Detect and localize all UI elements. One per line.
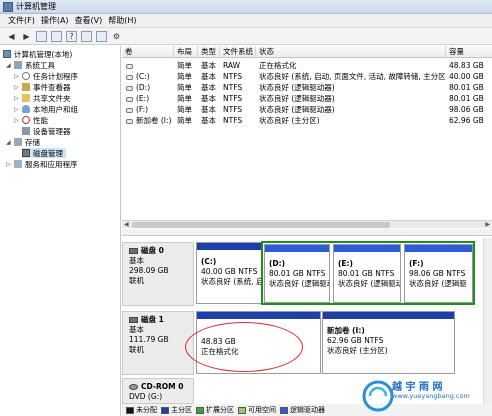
table-row[interactable]: (D:) 简单 基本 NTFS 状态良好 (逻辑驱动器) 80.01 GB [122,83,492,93]
legend-free: 可用空间 [238,405,276,415]
event-log-icon [22,83,30,91]
col-status[interactable]: 状态 [256,46,446,58]
partition-i[interactable]: 新加卷 (I:) 62.96 GB NTFS 状态良好 (主分区) [322,311,455,374]
menu-action[interactable]: 操作(A) [41,15,69,26]
watermark-url: www.yueyangbang.com [392,392,470,400]
col-capacity[interactable]: 容量 [446,46,492,58]
expand-arrow-icon[interactable]: ▷ [14,84,20,91]
extended-partition-highlight [261,241,475,305]
collapse-arrow-icon[interactable]: ◢ [6,62,12,69]
partition-c[interactable]: (C:) 40.00 GB NTFS 状态良好 (系统, 启 [196,242,262,304]
tree-local-users[interactable]: ▷ 本地用户和组 [14,104,78,114]
table-row[interactable]: (E:) 简单 基本 NTFS 状态良好 (逻辑驱动器) 80.01 GB [122,94,492,104]
window-title: 计算机管理 [16,2,56,11]
disk1-label[interactable]: 磁盘 1 基本 111.79 GB 联机 [122,311,194,375]
expand-arrow-icon[interactable]: ▷ [6,161,12,168]
tree-storage[interactable]: ◢ 存储 [6,137,40,147]
col-type[interactable]: 类型 [198,46,220,58]
legend-primary: 主分区 [161,405,192,415]
col-layout[interactable]: 布局 [174,46,198,58]
help-icon[interactable]: ? [66,30,77,42]
show-hide-tree-icon[interactable] [51,30,62,42]
volume-icon [126,107,133,113]
storage-icon [14,138,22,146]
navigation-tree: 计算机管理(本地) ◢ 系统工具 ▷ 任务计划程序 ▷ 事件查看器 ▷ 共享文件… [0,46,121,416]
tree-task-scheduler[interactable]: ▷ 任务计划程序 [14,71,78,81]
up-folder-icon[interactable] [36,30,47,42]
settings-icon[interactable]: ⚙ [111,31,122,42]
toolbar: ◀ ▶ ? ⚙ [0,28,492,45]
tree-shared-folders[interactable]: ▷ 共享文件夹 [14,93,71,103]
computer-icon [3,50,11,58]
tree-event-viewer[interactable]: ▷ 事件查看器 [14,82,71,92]
scroll-left-icon[interactable]: ◀ [124,221,129,228]
forward-arrow-icon[interactable]: ▶ [21,31,32,42]
view-icon[interactable] [96,30,107,42]
watermark-arc [368,386,388,397]
tree-system-tools[interactable]: ◢ 系统工具 [6,60,55,70]
performance-icon [22,116,30,124]
menu-help[interactable]: 帮助(H) [108,15,136,26]
scrollbar-thumb[interactable] [132,222,390,228]
tools-icon [14,61,22,69]
services-icon [14,160,22,168]
watermark-text: 越 宇 雨 网 [392,382,443,393]
menu-view[interactable]: 查看(V) [75,15,103,26]
tree-performance[interactable]: ▷ 性能 [14,115,48,125]
annotation-circle [185,322,303,372]
disk-icon [129,248,138,254]
tree-disk-management[interactable]: 磁盘管理 [22,148,66,158]
tree-device-manager[interactable]: 设备管理器 [22,126,71,136]
table-row[interactable]: 新加卷 (I:) 简单 基本 NTFS 状态良好 (主分区) 62.96 GB [122,116,492,126]
volume-icon [126,74,133,80]
volume-icon [126,96,133,102]
table-row[interactable]: (F:) 简单 基本 NTFS 状态良好 (逻辑驱动器) 98.06 GB [122,105,492,115]
disk-management-icon [22,149,30,157]
col-filesystem[interactable]: 文件系统 [220,46,256,58]
expand-arrow-icon[interactable]: ▷ [14,73,20,80]
disk0-label[interactable]: 磁盘 0 基本 298.09 GB 联机 [122,242,194,306]
horizontal-scrollbar[interactable]: ◀ ▶ [122,220,492,228]
menu-bar: 文件(F) 操作(A) 查看(V) 帮助(H) [0,14,492,28]
scroll-right-icon[interactable]: ▶ [485,221,490,228]
legend-extended: 扩展分区 [196,405,234,415]
col-volume[interactable]: 卷 [122,46,174,58]
expand-arrow-icon[interactable]: ▷ [14,95,20,102]
legend-logical: 逻辑驱动器 [280,405,325,415]
watermark-circle [362,380,394,412]
volume-icon [126,118,133,124]
title-bar: 计算机管理 [0,0,492,14]
collapse-arrow-icon[interactable]: ◢ [6,139,12,146]
table-row[interactable]: (C:) 简单 基本 NTFS 状态良好 (系统, 启动, 页面文件, 活动, … [122,72,492,82]
back-arrow-icon[interactable]: ◀ [6,31,17,42]
disk-icon [129,317,138,323]
table-row[interactable]: 简单 基本 RAW 正在格式化 48.83 GB [122,61,492,71]
computer-management-icon [3,1,13,12]
expand-arrow-icon[interactable]: ▷ [14,106,20,113]
properties-icon[interactable] [81,30,92,42]
clock-icon [22,72,30,80]
legend-unallocated: 未分配 [126,405,157,415]
shared-folder-icon [22,94,30,102]
tree-services-apps[interactable]: ▷ 服务和应用程序 [6,159,78,169]
pane-splitter[interactable] [122,229,492,236]
volume-table-header: 卷 布局 类型 文件系统 状态 容量 [122,46,492,58]
users-icon [22,105,30,113]
expand-arrow-icon[interactable]: ▷ [14,117,20,124]
menu-file[interactable]: 文件(F) [8,15,35,26]
device-manager-icon [22,127,30,135]
volume-icon [126,63,133,69]
cdrom-label[interactable]: CD-ROM 0 DVD (G:) [122,378,194,404]
volume-icon [126,85,133,91]
tree-root[interactable]: 计算机管理(本地) [3,49,72,59]
cdrom-icon [129,384,138,390]
